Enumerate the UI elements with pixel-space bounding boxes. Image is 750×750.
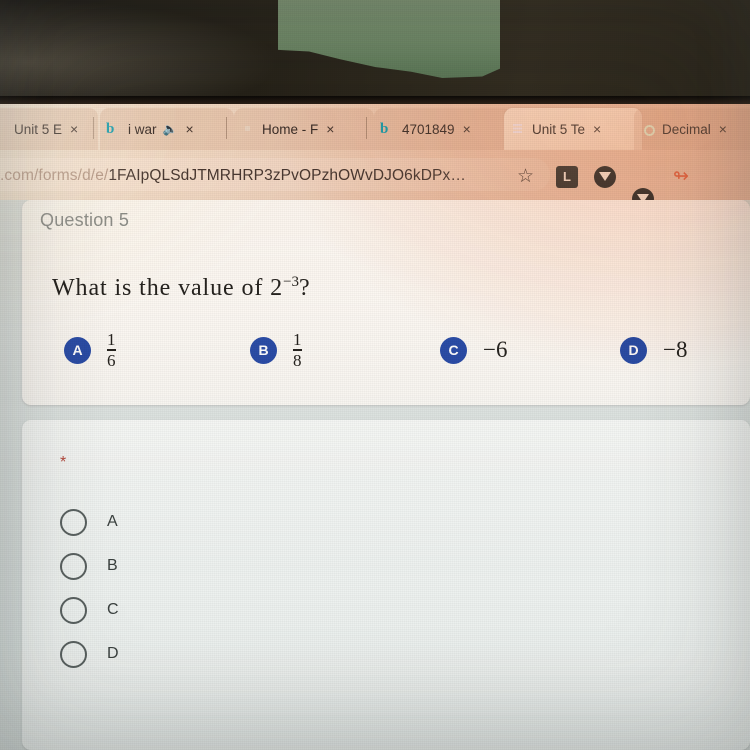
radio-option-c[interactable]: C (60, 588, 119, 632)
tab-title: i war (128, 121, 157, 137)
speaker-mute-icon[interactable]: 🔈 (163, 122, 178, 136)
extension-shield-1-icon[interactable] (594, 166, 616, 188)
browser-tab-home-roblox[interactable]: Home - F × (234, 108, 374, 150)
radio-option-a[interactable]: A (60, 500, 119, 544)
close-icon[interactable]: × (719, 121, 727, 137)
choice-value-c: −6 (483, 337, 508, 362)
choice-b: B 1 8 (250, 322, 302, 378)
bookmark-star-icon[interactable]: ☆ (517, 167, 534, 186)
tab-title: Home - F (262, 121, 319, 137)
radio-button-icon[interactable] (60, 640, 87, 668)
radio-button-icon[interactable] (60, 552, 87, 580)
extension-l-icon[interactable]: L (556, 166, 578, 188)
tab-title: Unit 5 Te (532, 121, 586, 137)
browser-tab-decimal[interactable]: Decimal × (634, 108, 750, 150)
radio-button-icon[interactable] (60, 596, 87, 624)
choice-letter-bubble-a: A (64, 336, 91, 364)
tab-separator (93, 117, 94, 139)
url-path-part: forms/d/e/ (38, 167, 109, 184)
question-text-tail: ? (299, 275, 311, 301)
tab-title: Unit 5 E (14, 121, 63, 137)
close-icon[interactable]: × (593, 121, 601, 137)
fraction-denominator: 6 (107, 350, 116, 370)
answer-choices-row: A 1 6 B 1 8 C −6 D −8 (52, 322, 742, 378)
radio-label: B (107, 557, 118, 574)
choice-value-a: 1 6 (107, 331, 116, 369)
radio-option-d[interactable]: D (60, 632, 119, 676)
close-icon[interactable]: × (185, 121, 193, 137)
browser-tab-unit-5-te-active[interactable]: Unit 5 Te × (504, 108, 642, 150)
roblox-icon (240, 121, 256, 137)
radio-label: A (107, 513, 118, 530)
question-card: Question 5 What is the value of 2−3? A 1… (22, 200, 750, 405)
url-text[interactable]: .com/forms/d/e/1FAIpQLSdJTMRHRP3zPvOPzhO… (0, 166, 500, 186)
radio-label: C (107, 601, 119, 618)
question-text: What is the value of 2−3? (52, 274, 311, 302)
choice-a: A 1 6 (64, 322, 116, 378)
required-asterisk: * (60, 454, 67, 471)
google-forms-icon (510, 121, 526, 137)
choice-d: D −8 (620, 322, 687, 378)
question-exponent: −3 (283, 274, 300, 290)
radio-label: D (107, 645, 119, 662)
url-domain-part: .com/ (0, 167, 39, 184)
bing-icon: b (106, 121, 115, 137)
close-icon[interactable]: × (463, 121, 471, 137)
choice-value-b: 1 8 (293, 331, 302, 369)
tab-separator (366, 117, 367, 139)
fraction-numerator: 1 (293, 329, 302, 349)
screen-reflection-patch (278, 0, 500, 78)
close-icon[interactable]: × (326, 121, 334, 137)
choice-letter-bubble-c: C (440, 336, 467, 364)
omnibox-row: .com/forms/d/e/1FAIpQLSdJTMRHRP3zPvOPzhO… (0, 150, 750, 246)
question-text-main: What is the value of 2 (52, 275, 284, 301)
bing-icon: b (0, 121, 8, 137)
google-form-page: Question 5 What is the value of 2−3? A 1… (0, 200, 750, 750)
question-number-label: Question 5 (40, 210, 130, 230)
url-id-part: 1FAIpQLSdJTMRHRP3zPvOPzhOWvDJO6kDPx… (108, 167, 466, 184)
tab-strip: b Unit 5 E × b i war 🔈 × Home - F × (0, 104, 750, 150)
radio-group: A B C D (60, 500, 119, 676)
radio-button-icon[interactable] (60, 508, 87, 536)
gear-green-icon (640, 121, 656, 137)
tab-separator (226, 117, 227, 139)
bing-icon: b (380, 121, 389, 137)
radio-option-b[interactable]: B (60, 544, 119, 588)
browser-tab-unit-5-e[interactable]: b Unit 5 E × (0, 108, 98, 150)
extension-orange-icon[interactable]: ↬ (670, 166, 692, 188)
fraction-denominator: 8 (293, 350, 302, 370)
choice-value-d: −8 (663, 337, 688, 362)
choice-letter-bubble-b: B (250, 336, 277, 364)
laptop-bezel (0, 0, 750, 106)
tab-title: 4701849 (402, 121, 455, 137)
laptop-screen-photo: b Unit 5 E × b i war 🔈 × Home - F × (0, 0, 750, 750)
choice-c: C −6 (440, 322, 507, 378)
choice-letter-bubble-d: D (620, 336, 647, 364)
answer-card: * A B C D (22, 420, 750, 750)
tab-title: Decimal (662, 121, 711, 137)
browser-tab-4701849[interactable]: b 4701849 × (374, 108, 512, 150)
browser-tab-i-war[interactable]: b i war 🔈 × (100, 108, 234, 150)
close-icon[interactable]: × (70, 121, 78, 137)
browser-chrome: b Unit 5 E × b i war 🔈 × Home - F × (0, 104, 750, 246)
bezel-glare (0, 0, 280, 104)
fraction-numerator: 1 (107, 329, 116, 349)
